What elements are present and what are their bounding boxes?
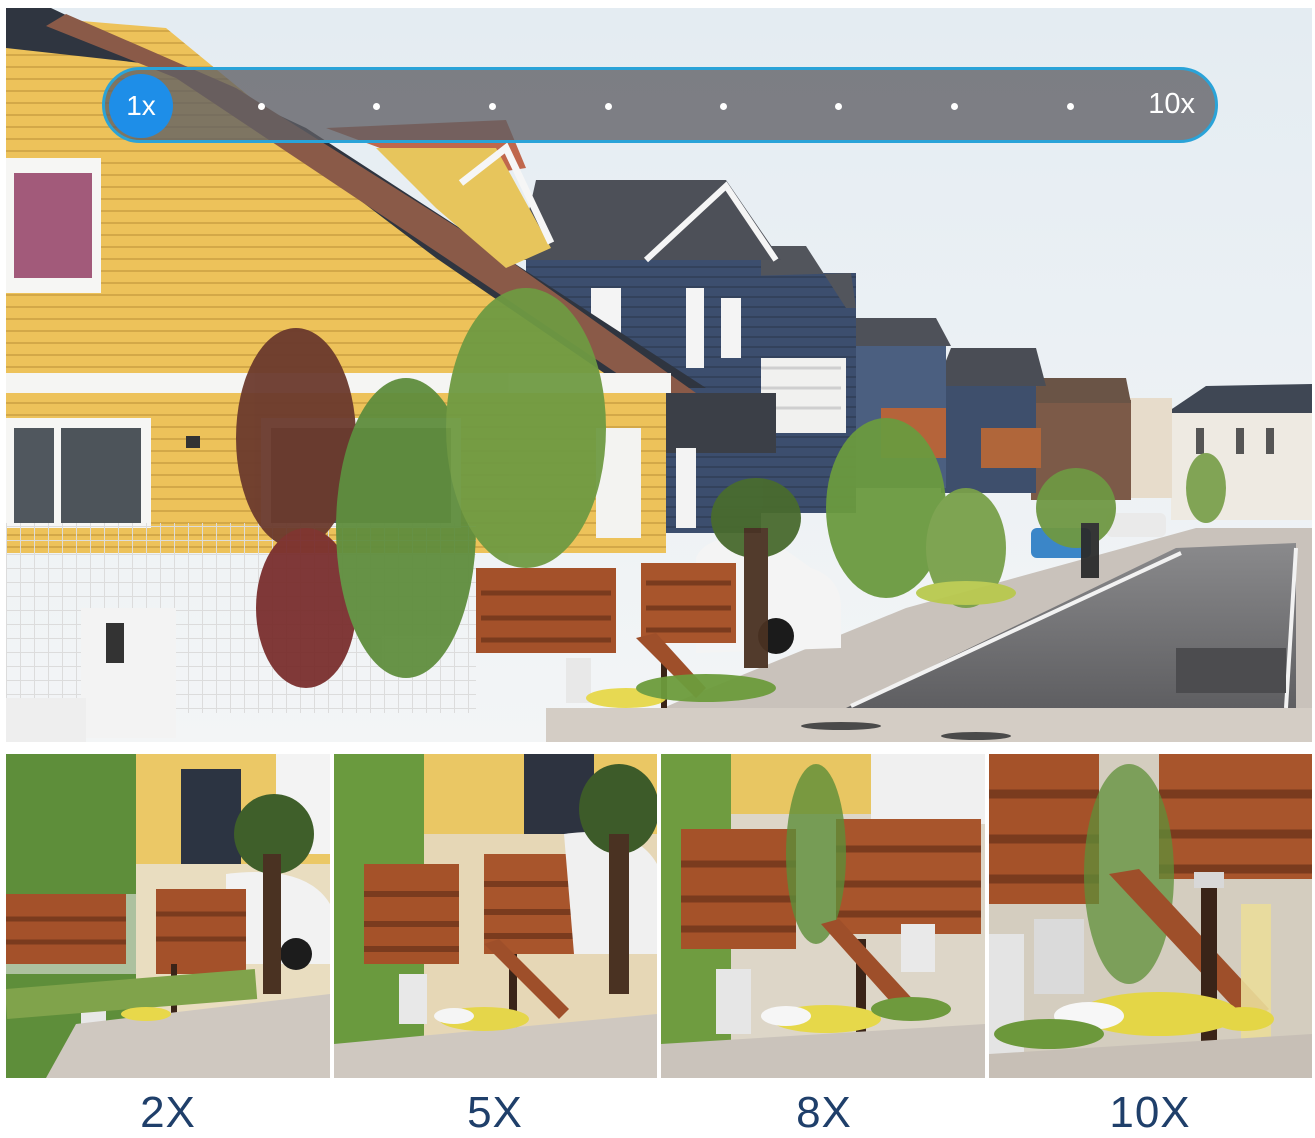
- zoom-step-dot[interactable]: [835, 103, 842, 110]
- zoom-step-dot[interactable]: [720, 103, 727, 110]
- zoom-step-dot[interactable]: [489, 103, 496, 110]
- zoom-min-label: 1x: [126, 90, 156, 121]
- zoom-step-dot[interactable]: [373, 103, 380, 110]
- zoom-step-dot[interactable]: [605, 103, 612, 110]
- zoom-thumbnail-2x: [6, 754, 330, 1078]
- zoom-slider-knob[interactable]: 1x: [109, 74, 173, 138]
- zoom-step-dot[interactable]: [1067, 103, 1074, 110]
- zoom-step-dot[interactable]: [951, 103, 958, 110]
- zoom-slider[interactable]: 1x 10x: [102, 67, 1218, 143]
- zoom-thumbnail-10x: [989, 754, 1312, 1078]
- zoom-thumbnail-8x: [661, 754, 985, 1078]
- zoom-thumbnail-5x: [334, 754, 657, 1078]
- zoom-max-label: 10x: [1148, 88, 1195, 120]
- zoom-step-dot[interactable]: [258, 103, 265, 110]
